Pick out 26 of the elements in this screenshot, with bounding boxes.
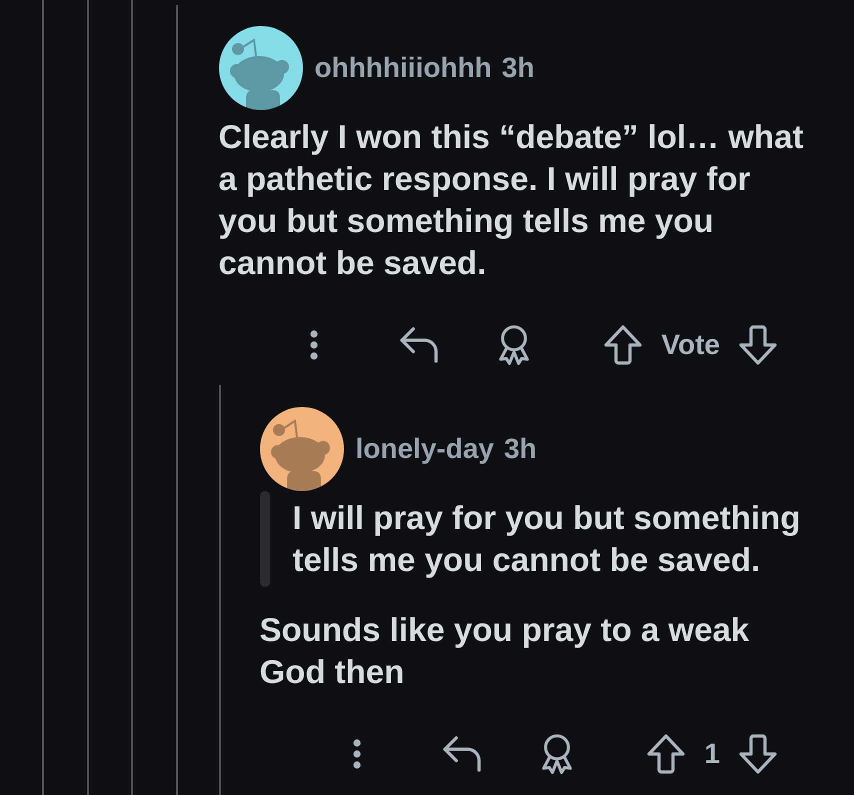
timestamp: 3h bbox=[504, 432, 537, 466]
down-arrow-icon bbox=[739, 325, 777, 365]
timestamp: 3h bbox=[502, 51, 534, 85]
downvote-button[interactable] bbox=[738, 732, 778, 776]
thread-line[interactable] bbox=[218, 385, 220, 795]
username[interactable]: lonely-day bbox=[356, 432, 494, 466]
thread-line[interactable] bbox=[176, 5, 178, 795]
downvote-button[interactable] bbox=[738, 323, 778, 367]
medal-icon bbox=[541, 734, 574, 774]
comment-text: Clearly I won this “debate” lol… what a pathetic response. I will pray for you but something tells me you cannot be saved. bbox=[218, 117, 804, 283]
vote-score: Vote bbox=[660, 328, 721, 362]
reply-icon bbox=[443, 736, 482, 772]
upvote-button[interactable] bbox=[646, 732, 686, 776]
medal-icon bbox=[498, 325, 530, 365]
vote-score: 1 bbox=[703, 737, 721, 771]
username[interactable]: ohhhhiiiohhh bbox=[314, 51, 492, 85]
comment-text: Sounds like you pray to a weak God then bbox=[260, 610, 750, 692]
reply-icon bbox=[400, 327, 438, 363]
up-arrow-icon bbox=[647, 734, 686, 774]
up-arrow-icon bbox=[604, 325, 642, 365]
thread-line[interactable] bbox=[86, 0, 88, 795]
upvote-button[interactable] bbox=[603, 323, 644, 367]
down-arrow-icon bbox=[739, 734, 777, 774]
vertical-dots-icon bbox=[310, 330, 318, 360]
vertical-dots-icon bbox=[353, 739, 362, 769]
quote-text: I will pray for you but something tells me you cannot be saved. bbox=[292, 498, 802, 580]
